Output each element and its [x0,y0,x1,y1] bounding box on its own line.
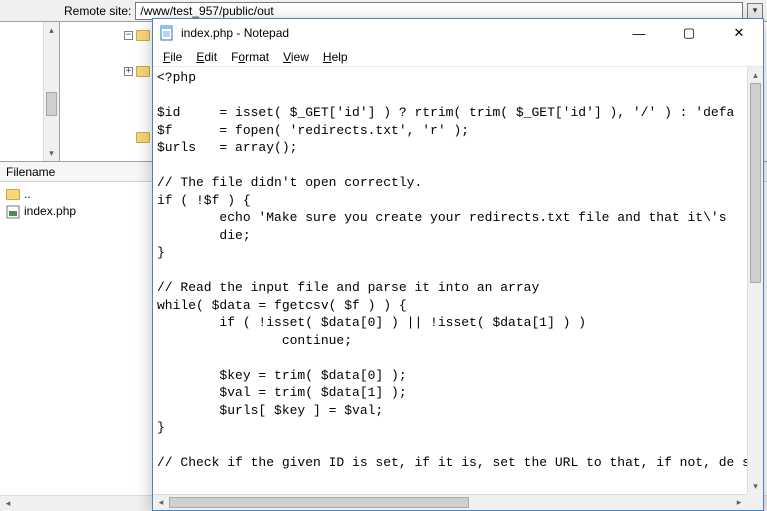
editor-area: <?php $id = isset( $_GET['id'] ) ? rtrim… [153,67,763,510]
scroll-up-icon[interactable]: ▴ [44,22,59,38]
scroll-thumb[interactable] [46,92,57,116]
remote-site-label: Remote site: [60,4,135,18]
scroll-down-icon[interactable]: ▾ [44,145,59,161]
remote-path-input[interactable]: /www/test_957/public/out [135,2,743,20]
menu-format[interactable]: Format [225,49,275,65]
remote-tree[interactable]: − + [124,30,150,143]
folder-icon [136,66,150,77]
php-file-icon [6,205,20,219]
close-button[interactable]: ✕ [717,21,761,45]
local-tree-panel: ▴ ▾ [0,22,60,162]
folder-icon [136,30,150,41]
minimize-button[interactable]: — [617,21,661,45]
notepad-icon [159,25,175,41]
titlebar[interactable]: index.php - Notepad — ▢ ✕ [153,19,763,47]
notepad-window: index.php - Notepad — ▢ ✕ File Edit Form… [152,18,764,511]
editor-text[interactable]: <?php $id = isset( $_GET['id'] ) ? rtrim… [153,67,747,494]
folder-icon [136,132,150,143]
tree-expand-icon[interactable]: + [124,67,133,76]
list-item-name: index.php [24,203,76,220]
tree-collapse-icon[interactable]: − [124,31,133,40]
menu-edit[interactable]: Edit [190,49,223,65]
remote-path-text: /www/test_957/public/out [140,4,273,18]
close-icon: ✕ [734,25,745,41]
list-item-name: .. [24,186,31,203]
scroll-corner [747,494,763,510]
editor-vscrollbar[interactable]: ▴ ▾ [747,67,763,494]
scroll-left-icon[interactable]: ◂ [0,496,16,511]
menu-file[interactable]: File [157,49,188,65]
scroll-left-icon[interactable]: ◂ [153,495,169,510]
menubar: File Edit Format View Help [153,47,763,67]
scroll-down-icon[interactable]: ▾ [748,478,763,494]
menu-help[interactable]: Help [317,49,354,65]
window-title: index.php - Notepad [181,26,611,40]
local-tree-scrollbar[interactable]: ▴ ▾ [43,22,59,161]
folder-up-icon [6,189,20,200]
remote-path-dropdown[interactable]: ▾ [747,3,763,19]
scroll-up-icon[interactable]: ▴ [748,67,763,83]
minimize-icon: — [633,26,646,41]
chevron-down-icon: ▾ [753,5,758,16]
maximize-icon: ▢ [683,25,695,41]
scroll-thumb[interactable] [750,83,761,283]
maximize-button[interactable]: ▢ [667,21,711,45]
editor-hscrollbar[interactable]: ◂ ▸ [153,494,747,510]
scroll-right-icon[interactable]: ▸ [731,495,747,510]
scroll-thumb[interactable] [169,497,469,508]
menu-view[interactable]: View [277,49,315,65]
filename-column-header: Filename [6,165,55,179]
